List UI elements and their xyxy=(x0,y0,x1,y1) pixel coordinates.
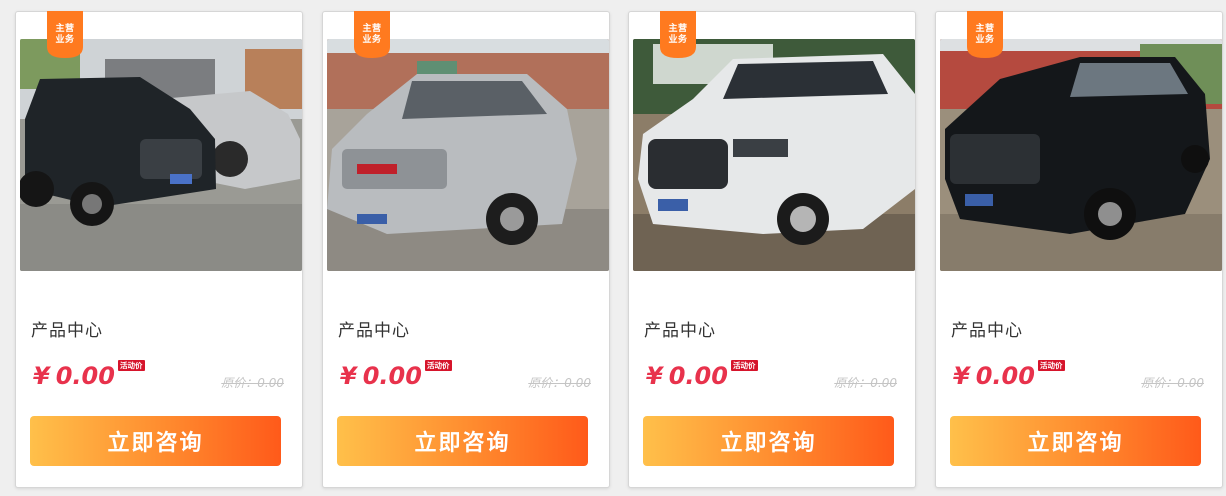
price-value: 0.00 xyxy=(668,362,728,390)
product-image[interactable] xyxy=(327,39,609,271)
original-price: 原价：0.00 xyxy=(834,376,897,390)
product-title[interactable]: 产品中心 xyxy=(338,316,410,341)
product-title[interactable]: 产品中心 xyxy=(644,316,716,341)
product-image[interactable] xyxy=(20,39,302,271)
consult-button[interactable]: 立即咨询 xyxy=(643,416,894,466)
badge-line-1: 主营 xyxy=(362,24,382,34)
badge-line-2: 业务 xyxy=(668,35,688,45)
product-card[interactable]: 主营 业务 产品中心 ¥0.00 活动价 原价：0.00 立即咨询 xyxy=(15,11,303,488)
currency-symbol: ¥ xyxy=(646,362,663,390)
promo-price-tag: 活动价 xyxy=(731,360,758,371)
product-card[interactable]: 主营 业务 产品中心 ¥0.00 活动价 原价：0.00 立即咨询 xyxy=(322,11,610,488)
badge-line-1: 主营 xyxy=(668,24,688,34)
original-price: 原价：0.00 xyxy=(221,376,284,390)
consult-button[interactable]: 立即咨询 xyxy=(30,416,281,466)
badge-line-2: 业务 xyxy=(975,35,995,45)
product-title[interactable]: 产品中心 xyxy=(951,316,1023,341)
main-business-badge: 主营 业务 xyxy=(660,11,696,58)
main-business-badge: 主营 业务 xyxy=(354,11,390,58)
consult-button[interactable]: 立即咨询 xyxy=(337,416,588,466)
product-grid: 主营 业务 产品中心 ¥0.00 活动价 原价：0.00 立即咨询 主营 业务 … xyxy=(0,0,1226,496)
product-card[interactable]: 主营 业务 产品中心 ¥0.00 活动价 原价：0.00 立即咨询 xyxy=(628,11,916,488)
product-price: ¥0.00 xyxy=(33,361,115,391)
product-card[interactable]: 主营 业务 产品中心 ¥0.00 活动价 原价：0.00 立即咨询 xyxy=(935,11,1223,488)
price-value: 0.00 xyxy=(362,362,422,390)
price-value: 0.00 xyxy=(975,362,1035,390)
original-price: 原价：0.00 xyxy=(528,376,591,390)
currency-symbol: ¥ xyxy=(340,362,357,390)
price-value: 0.00 xyxy=(55,362,115,390)
product-price: ¥0.00 xyxy=(953,361,1035,391)
promo-price-tag: 活动价 xyxy=(425,360,452,371)
badge-line-1: 主营 xyxy=(55,24,75,34)
badge-line-1: 主营 xyxy=(975,24,995,34)
product-image[interactable] xyxy=(633,39,915,271)
promo-price-tag: 活动价 xyxy=(118,360,145,371)
currency-symbol: ¥ xyxy=(953,362,970,390)
consult-button[interactable]: 立即咨询 xyxy=(950,416,1201,466)
product-price: ¥0.00 xyxy=(646,361,728,391)
product-image[interactable] xyxy=(940,39,1222,271)
original-price: 原价：0.00 xyxy=(1141,376,1204,390)
promo-price-tag: 活动价 xyxy=(1038,360,1065,371)
product-price: ¥0.00 xyxy=(340,361,422,391)
currency-symbol: ¥ xyxy=(33,362,50,390)
product-title[interactable]: 产品中心 xyxy=(31,316,103,341)
main-business-badge: 主营 业务 xyxy=(967,11,1003,58)
badge-line-2: 业务 xyxy=(55,35,75,45)
badge-line-2: 业务 xyxy=(362,35,382,45)
main-business-badge: 主营 业务 xyxy=(47,11,83,58)
